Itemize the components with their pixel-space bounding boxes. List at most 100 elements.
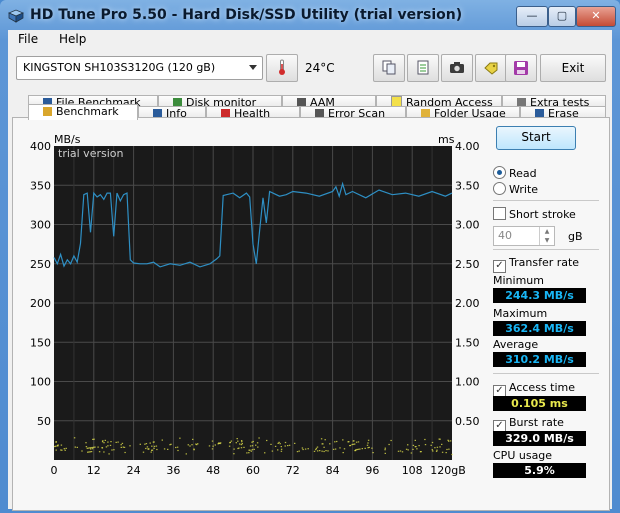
app-window: HD Tune Pro 5.50 - Hard Disk/SSD Utility… — [0, 0, 620, 513]
access-time-point — [431, 449, 433, 451]
y-left-tick-label: 300 — [30, 219, 51, 232]
close-button[interactable]: ✕ — [576, 6, 616, 27]
access-time-point — [317, 450, 319, 452]
maximize-button[interactable]: ▢ — [548, 6, 576, 27]
access-time-point — [250, 450, 252, 452]
write-label: Write — [509, 183, 539, 196]
access-time-point — [110, 441, 112, 443]
access-time-point — [316, 446, 319, 448]
access-time-point — [237, 447, 239, 450]
tab-label: Benchmark — [56, 105, 119, 118]
access-time-point — [241, 443, 243, 445]
spin-up-icon[interactable]: ▲ — [539, 227, 554, 236]
maximize-icon: ▢ — [556, 9, 568, 22]
short-stroke-input[interactable]: 40 ▲ ▼ — [493, 226, 555, 246]
access-time-point — [436, 446, 439, 448]
access-time-point — [298, 450, 300, 452]
access-time-point — [191, 444, 193, 446]
x-tick-label: 108 — [402, 464, 423, 477]
access-time-point — [323, 446, 325, 448]
access-time-point — [315, 449, 317, 451]
access-time-point — [280, 450, 283, 452]
menu-file[interactable]: File — [18, 32, 38, 46]
access-time-point — [357, 441, 360, 443]
access-time-label: Access time — [509, 381, 576, 394]
access-time-point — [228, 445, 231, 447]
access-time-point — [91, 446, 94, 449]
burst-rate-label: Burst rate — [509, 416, 564, 429]
short-stroke-value: 40 — [498, 229, 512, 242]
spin-down-icon[interactable]: ▼ — [539, 236, 554, 245]
access-time-point — [324, 439, 326, 441]
access-time-point — [320, 438, 323, 440]
read-radio[interactable]: Read — [493, 166, 537, 180]
access-time-point — [325, 450, 327, 452]
access-time-point — [233, 453, 235, 455]
y-left-tick-label: 350 — [30, 179, 51, 192]
access-time-point — [284, 445, 286, 447]
access-time-point — [55, 441, 57, 443]
access-time-point — [342, 439, 344, 441]
start-button[interactable]: Start — [496, 126, 576, 150]
average-value: 310.2 MB/s — [493, 352, 586, 367]
tab-benchmark[interactable]: Benchmark — [28, 104, 138, 120]
benchmark-icon — [43, 107, 52, 116]
access-time-point — [211, 440, 214, 442]
x-tick-label: 24 — [127, 464, 141, 477]
access-time-point — [239, 443, 241, 445]
access-time-point — [60, 449, 62, 451]
close-icon: ✕ — [591, 9, 601, 22]
access-time-point — [73, 437, 76, 439]
transfer-rate-checkbox[interactable]: ✓ Transfer rate — [493, 256, 579, 273]
access-time-point — [339, 447, 341, 449]
access-time-point — [313, 450, 316, 452]
access-time-point — [334, 441, 336, 443]
access-time-point — [255, 444, 257, 446]
access-time-value: 0.105 ms — [493, 396, 586, 411]
access-time-point — [441, 443, 443, 445]
menu-help[interactable]: Help — [59, 32, 86, 46]
access-time-point — [163, 448, 166, 450]
x-tick-label: 0 — [51, 464, 58, 477]
access-time-point — [359, 448, 361, 450]
access-time-point — [349, 444, 352, 447]
x-tick-label: 12 — [87, 464, 101, 477]
radio-selected-icon — [493, 166, 506, 179]
access-time-point — [57, 445, 59, 447]
write-radio[interactable]: Write — [493, 182, 538, 196]
access-time-point — [120, 446, 122, 448]
access-time-point — [218, 442, 221, 444]
checkbox-checked-icon: ✓ — [493, 260, 506, 273]
access-time-point — [63, 448, 65, 450]
access-time-point — [251, 445, 254, 447]
access-time-point — [241, 441, 243, 443]
access-time-point — [88, 451, 90, 453]
access-time-point — [185, 453, 187, 455]
access-time-point — [351, 443, 353, 446]
access-time-point — [156, 448, 158, 451]
access-time-point — [89, 447, 91, 449]
minimum-label: Minimum — [493, 274, 544, 287]
access-time-point — [89, 451, 91, 453]
access-time-point — [94, 446, 96, 448]
access-time-point — [274, 445, 277, 447]
access-time-point — [354, 449, 357, 452]
access-time-point — [192, 438, 194, 440]
access-time-point — [352, 443, 355, 445]
access-time-point — [438, 438, 440, 440]
short-stroke-checkbox[interactable]: Short stroke — [493, 207, 576, 221]
access-time-point — [304, 448, 307, 450]
access-time-point — [384, 449, 386, 451]
minimize-button[interactable]: — — [516, 6, 548, 27]
title-bar[interactable]: HD Tune Pro 5.50 - Hard Disk/SSD Utility… — [0, 0, 620, 32]
access-time-point — [441, 451, 444, 453]
access-time-point — [294, 442, 296, 444]
y-right-tick-label: 4.00 — [455, 140, 480, 153]
access-time-point — [407, 449, 409, 451]
access-time-point — [416, 448, 418, 450]
access-time-point — [101, 441, 104, 443]
access-time-point — [145, 447, 147, 450]
x-tick-label: 36 — [166, 464, 180, 477]
access-time-point — [90, 448, 92, 450]
access-time-point — [321, 450, 323, 452]
